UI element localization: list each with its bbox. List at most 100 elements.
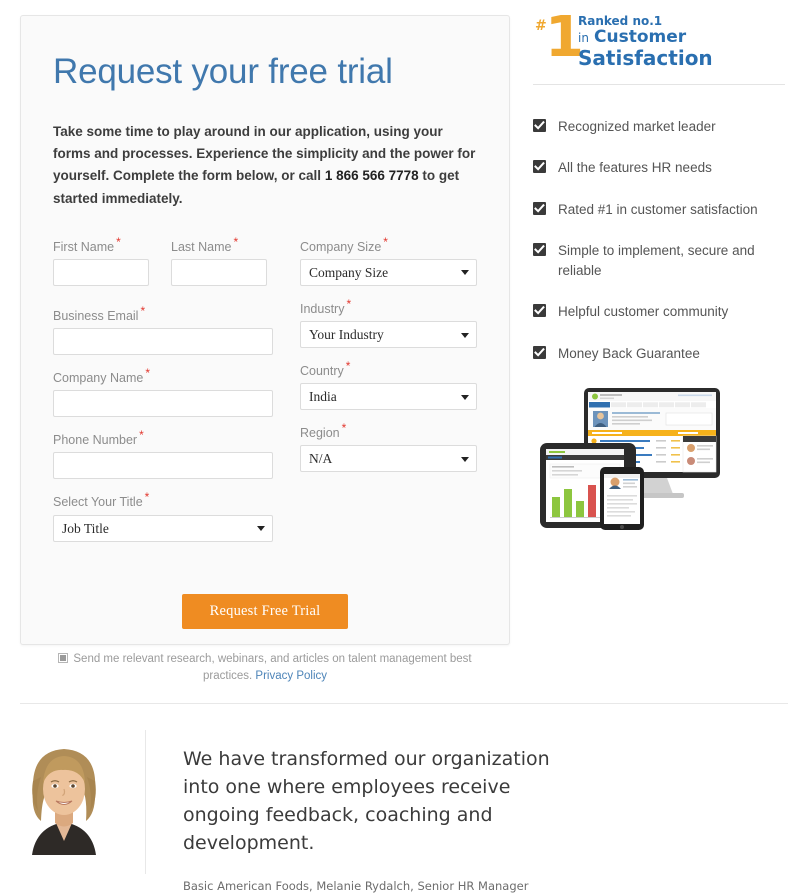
list-item: All the features HR needs [533, 158, 788, 178]
field-company-name: Company Name * [53, 367, 273, 418]
list-item: Money Back Guarantee [533, 344, 788, 364]
field-region: Region * N/A [300, 422, 477, 473]
label-last-name: Last Name * [171, 236, 267, 255]
company-name-input[interactable] [53, 390, 273, 418]
country-selected-value: India [309, 389, 337, 405]
field-country: Country * India [300, 360, 477, 411]
label-first-name: First Name * [53, 236, 149, 255]
required-asterisk: * [116, 234, 121, 249]
label-job-title-text: Select Your Title [53, 495, 143, 510]
phone-number-input[interactable] [53, 452, 273, 480]
privacy-policy-link[interactable]: Privacy Policy [255, 670, 327, 682]
form-columns: First Name * Last Name * Business Email * [53, 236, 477, 554]
benefit-label: Money Back Guarantee [558, 345, 700, 361]
last-name-input[interactable] [171, 258, 267, 286]
required-asterisk: * [346, 296, 352, 311]
industry-selected-value: Your Industry [309, 327, 384, 343]
job-title-selected-value: Job Title [62, 520, 109, 536]
list-item: Rated #1 in customer satisfaction [533, 200, 788, 220]
ranked-no1-badge: # 1 Ranked no.1 in Customer Satisfaction [533, 8, 788, 78]
testimonial-section: We have transformed our organization int… [0, 730, 800, 893]
testimonial-divider [145, 730, 146, 874]
benefit-label: Helpful customer community [558, 304, 729, 320]
checkbox-checked-icon [533, 304, 546, 318]
field-industry: Industry * Your Industry [300, 298, 477, 349]
testimonial-content: We have transformed our organization int… [183, 745, 583, 893]
intro-paragraph: Take some time to play around in our app… [53, 121, 477, 210]
chevron-down-icon [257, 526, 265, 532]
region-select[interactable]: N/A [300, 445, 477, 473]
label-phone-number: Phone Number * [53, 429, 273, 448]
landing-page: Request your free trial Take some time t… [0, 0, 800, 893]
required-asterisk: * [144, 490, 150, 505]
label-job-title: Select Your Title * [53, 491, 273, 510]
benefit-label: Simple to implement, secure and reliable [558, 242, 755, 278]
label-country: Country * [300, 360, 477, 379]
checkbox-checked-icon [533, 119, 546, 132]
company-size-select[interactable]: Company Size [300, 258, 477, 286]
benefit-label: All the features HR needs [558, 160, 712, 176]
field-job-title: Select Your Title * Job Title [53, 491, 273, 542]
consent-row: Send me relevant research, webinars, and… [55, 651, 475, 687]
label-company-size-text: Company Size [300, 239, 382, 254]
phone-number-text: 1 866 566 7778 [324, 168, 419, 184]
required-asterisk: * [341, 421, 347, 436]
label-industry: Industry * [300, 298, 477, 317]
sidebar-divider [533, 84, 785, 85]
chevron-down-icon [461, 394, 469, 400]
consent-checkbox[interactable] [58, 652, 69, 663]
label-region-text: Region [300, 426, 340, 441]
badge-line-2-small: in [578, 31, 589, 45]
region-selected-value: N/A [309, 451, 333, 467]
label-phone-number-text: Phone Number [53, 433, 138, 448]
required-asterisk: * [139, 428, 144, 443]
checkbox-checked-icon [533, 242, 546, 256]
industry-select[interactable]: Your Industry [300, 321, 477, 349]
trial-request-form-panel: Request your free trial Take some time t… [20, 15, 510, 682]
form-column-right: Company Size * Company Size Industry * You… [300, 236, 477, 554]
required-asterisk: * [140, 303, 146, 318]
label-company-name: Company Name * [53, 367, 273, 386]
company-size-selected-value: Company Size [309, 264, 389, 280]
field-last-name: Last Name * [171, 236, 267, 298]
list-item: Recognized market leader [533, 117, 788, 137]
checkbox-checked-icon [533, 201, 546, 215]
label-company-name-text: Company Name [53, 371, 144, 386]
benefit-label: Recognized market leader [558, 119, 716, 134]
job-title-select[interactable]: Job Title [53, 514, 273, 542]
required-asterisk: * [345, 359, 351, 374]
label-industry-text: Industry [300, 302, 345, 317]
form-column-left: First Name * Last Name * Business Email * [53, 236, 273, 554]
request-free-trial-button[interactable]: Request Free Trial [181, 593, 349, 629]
badge-line-1: Ranked no.1 [578, 14, 663, 28]
required-asterisk: * [383, 234, 388, 249]
page-title: Request your free trial [53, 52, 393, 91]
badge-line-2: in Customer [578, 29, 686, 46]
benefits-list: Recognized market leader All the feature… [533, 117, 788, 364]
benefit-label: Rated #1 in customer satisfaction [558, 201, 758, 217]
checkbox-checked-icon [533, 345, 546, 359]
badge-line-3: Satisfaction [578, 46, 713, 70]
list-item: Simple to implement, secure and reliable [533, 241, 788, 282]
testimonial-quote: We have transformed our organization int… [183, 748, 550, 855]
label-last-name-text: Last Name [171, 239, 232, 254]
chevron-down-icon [461, 456, 469, 462]
chevron-down-icon [461, 332, 469, 338]
name-row: First Name * Last Name * [53, 236, 273, 305]
field-company-size: Company Size * Company Size [300, 236, 477, 286]
label-company-size: Company Size * [300, 236, 477, 255]
business-email-input[interactable] [53, 328, 273, 356]
first-name-input[interactable] [53, 258, 149, 286]
submit-row: Request Free Trial [53, 593, 477, 629]
testimonial-attribution: Basic American Foods, Melanie Rydalch, S… [183, 879, 529, 893]
label-business-email: Business Email * [53, 305, 273, 324]
sidebar: # 1 Ranked no.1 in Customer Satisfaction… [533, 8, 788, 530]
badge-line-2-large: Customer [594, 27, 687, 47]
section-divider [20, 703, 788, 704]
avatar [18, 737, 110, 855]
product-screens-image [538, 385, 728, 530]
country-select[interactable]: India [300, 383, 477, 411]
field-business-email: Business Email * [53, 305, 273, 356]
label-first-name-text: First Name [53, 239, 115, 254]
label-region: Region * [300, 422, 477, 441]
